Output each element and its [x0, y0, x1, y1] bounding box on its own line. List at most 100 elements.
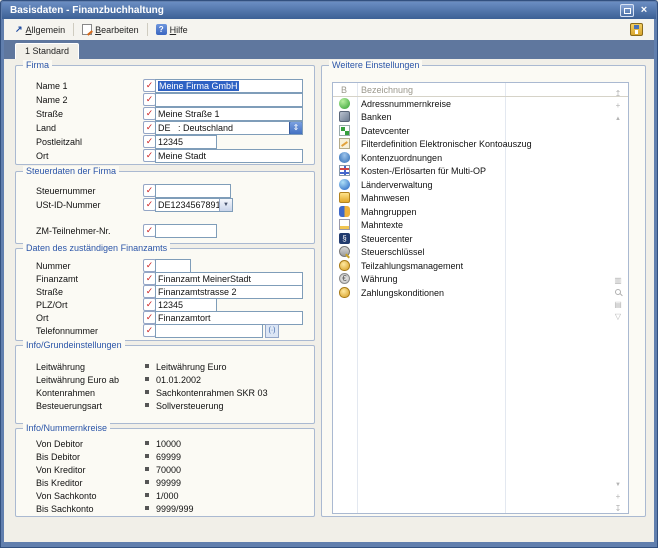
- close-window-button[interactable]: ×: [637, 4, 651, 17]
- info-label: Kontenrahmen: [36, 388, 95, 398]
- menu-bar: Allgemein Bearbeiten Hilfe: [4, 19, 654, 40]
- steuernummer-input[interactable]: [155, 184, 231, 198]
- settings-list-item[interactable]: Zahlungskonditionen: [333, 287, 628, 300]
- scroll-to-bottom-icon[interactable]: ↧: [611, 504, 625, 514]
- postleitzahl-input[interactable]: 12345: [155, 135, 217, 149]
- settings-list-item[interactable]: Kosten-/Erlösarten für Multi-OP: [333, 165, 628, 178]
- mahntexte-icon: [339, 219, 350, 230]
- page-up-icon[interactable]: ▲: [611, 114, 625, 124]
- info-value: 69999: [156, 452, 181, 462]
- settings-list-item[interactable]: Kontenzuordnungen: [333, 152, 628, 165]
- settings-item-label: Steuercenter: [361, 234, 413, 244]
- waehrung-icon: [339, 273, 350, 284]
- form-row: Straße Finanzamtstrasse 2: [16, 285, 314, 299]
- move-down-icon[interactable]: +: [611, 492, 625, 502]
- column-header-b[interactable]: B: [341, 85, 347, 95]
- settings-item-label: Filterdefinition Elektronischer Kontoaus…: [361, 139, 532, 149]
- datevcenter-icon: [339, 125, 350, 136]
- zm-teilnehmer-input[interactable]: [155, 224, 217, 238]
- field-label: Straße: [36, 109, 63, 119]
- field-label: Telefonnummer: [36, 326, 98, 336]
- view-list-icon[interactable]: ▤: [611, 300, 625, 310]
- settings-list-header: B Bezeichnung: [333, 83, 628, 97]
- form-row: Name 2: [16, 93, 314, 107]
- field-label: PLZ/Ort: [36, 300, 68, 310]
- land-select[interactable]: DE : Deutschland: [155, 121, 303, 135]
- column-header-bezeichnung[interactable]: Bezeichnung: [361, 85, 413, 95]
- move-up-icon[interactable]: +: [611, 101, 625, 111]
- settings-list-item[interactable]: Mahngruppen: [333, 206, 628, 219]
- settings-list-item[interactable]: Datevcenter: [333, 125, 628, 138]
- column-chooser-icon[interactable]: ▥: [611, 276, 625, 286]
- fa-ort-input[interactable]: Finanzamtort: [155, 311, 303, 325]
- info-row: Von Kreditor 70000: [16, 463, 314, 477]
- restore-window-button[interactable]: [620, 4, 634, 17]
- field-label: Nummer: [36, 261, 71, 271]
- window-title: Basisdaten - Finanzbuchhaltung: [10, 5, 164, 16]
- settings-list-item[interactable]: Filterdefinition Elektronischer Kontoaus…: [333, 138, 628, 151]
- dial-phone-icon[interactable]: [265, 324, 279, 338]
- menu-hilfe[interactable]: Hilfe: [151, 22, 193, 37]
- ort-value: Meine Stadt: [158, 151, 206, 161]
- form-row: Finanzamt Finanzamt MeinerStadt: [16, 272, 314, 286]
- fa-nummer-input[interactable]: [155, 259, 191, 273]
- settings-list-item[interactable]: Steuercenter: [333, 233, 628, 246]
- ustid-select[interactable]: DE123456789123: [155, 198, 233, 212]
- name1-input[interactable]: Meine Firma GmbH: [155, 79, 303, 93]
- finanzamt-input[interactable]: Finanzamt MeinerStadt: [155, 272, 303, 286]
- info-label: Bis Sachkonto: [36, 504, 94, 514]
- form-row: PLZ/Ort 12345: [16, 298, 314, 312]
- bullet-icon: [145, 480, 149, 484]
- group-nummernkreise: Info/Nummernkreise Von Debitor 10000 Bis…: [15, 428, 315, 517]
- settings-list-item[interactable]: Banken: [333, 111, 628, 124]
- menu-bearbeiten[interactable]: Bearbeiten: [77, 22, 144, 37]
- adressnummernkreise-icon: [339, 98, 350, 109]
- settings-list-item[interactable]: Länderverwaltung: [333, 179, 628, 192]
- settings-list-item[interactable]: Steuerschlüssel: [333, 246, 628, 259]
- chevron-down-icon[interactable]: [219, 198, 233, 212]
- info-label: Von Sachkonto: [36, 491, 97, 501]
- fa-strasse-value: Finanzamtstrasse 2: [158, 287, 237, 297]
- filter-icon[interactable]: ▽: [611, 312, 625, 322]
- menu-allgemein[interactable]: Allgemein: [10, 22, 70, 37]
- group-grundeinstellungen: Info/Grundeinstellungen Leitwährung Leit…: [15, 345, 315, 424]
- settings-item-label: Steuerschlüssel: [361, 247, 425, 257]
- group-weitere-title: Weitere Einstellungen: [329, 60, 422, 70]
- arrow-up-right-icon: [15, 24, 23, 35]
- fa-strasse-input[interactable]: Finanzamtstrasse 2: [155, 285, 303, 299]
- bullet-icon: [145, 403, 149, 407]
- field-label: Name 1: [36, 81, 68, 91]
- info-row: Besteuerungsart Sollversteuerung: [16, 399, 314, 413]
- save-button[interactable]: [630, 23, 643, 36]
- page-down-icon[interactable]: ▼: [611, 480, 625, 490]
- scroll-to-top-icon[interactable]: ↥: [611, 89, 625, 99]
- search-icon[interactable]: [615, 289, 621, 295]
- save-floppy-icon: [630, 23, 643, 36]
- settings-item-label: Mahnwesen: [361, 193, 410, 203]
- info-value: 10000: [156, 439, 181, 449]
- telefonnummer-input[interactable]: [155, 324, 263, 338]
- ort-input[interactable]: Meine Stadt: [155, 149, 303, 163]
- settings-list-item[interactable]: Teilzahlungsmanagement: [333, 260, 628, 273]
- form-row: Postleitzahl 12345: [16, 135, 314, 149]
- info-row: Bis Debitor 69999: [16, 450, 314, 464]
- settings-list-item[interactable]: Mahnwesen: [333, 192, 628, 205]
- fa-plz-input[interactable]: 12345: [155, 298, 217, 312]
- spinner-icon[interactable]: [289, 121, 303, 135]
- form-row: Ort Meine Stadt: [16, 149, 314, 163]
- strasse-input[interactable]: Meine Straße 1: [155, 107, 303, 121]
- field-label: Finanzamt: [36, 274, 78, 284]
- settings-list-item[interactable]: Adressnummernkreise: [333, 98, 628, 111]
- tab-standard[interactable]: 1 Standard: [15, 43, 79, 59]
- field-label: USt-ID-Nummer: [36, 200, 101, 210]
- bullet-icon: [145, 364, 149, 368]
- form-row: Straße Meine Straße 1: [16, 107, 314, 121]
- info-value: 9999/999: [156, 504, 194, 514]
- zahlungskonditionen-icon: [339, 287, 350, 298]
- settings-list-item[interactable]: Währung: [333, 273, 628, 286]
- mahngruppen-icon: [339, 206, 350, 217]
- settings-list-item[interactable]: Mahntexte: [333, 219, 628, 232]
- group-nummernkreise-title: Info/Nummernkreise: [23, 423, 110, 433]
- info-value: Sachkontenrahmen SKR 03: [156, 388, 268, 398]
- name2-input[interactable]: [155, 93, 303, 107]
